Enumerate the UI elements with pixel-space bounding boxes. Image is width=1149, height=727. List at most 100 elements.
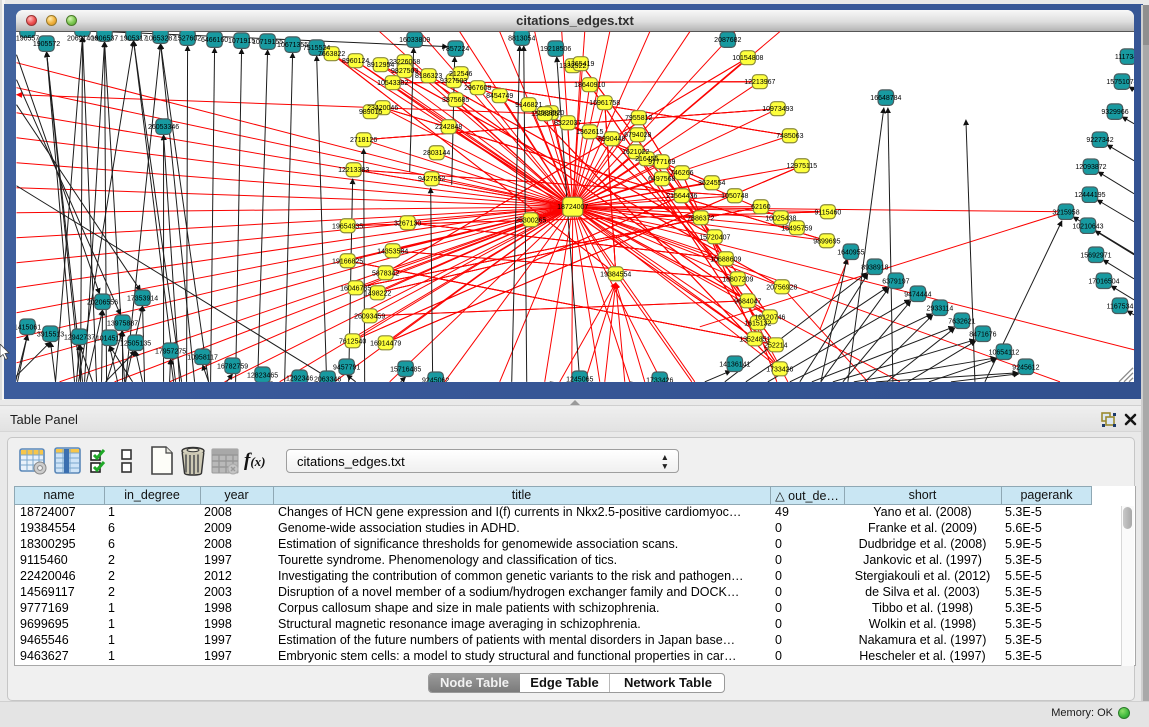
svg-text:26093459: 26093459 [354, 313, 385, 320]
svg-text:12213383: 12213383 [338, 167, 369, 174]
svg-text:14136141: 14136141 [719, 361, 750, 368]
svg-text:7886372: 7886372 [687, 215, 714, 222]
svg-text:26053346: 26053346 [148, 124, 179, 131]
svg-text:8322037: 8322037 [554, 120, 581, 127]
svg-text:8454749: 8454749 [486, 93, 513, 100]
svg-text:1498222: 1498222 [364, 290, 391, 297]
svg-text:17353914: 17353914 [127, 295, 158, 302]
svg-text:8960124: 8960124 [342, 58, 369, 65]
svg-text:1733426: 1733426 [766, 366, 793, 373]
svg-text:10654112: 10654112 [989, 349, 1020, 356]
svg-text:23226058: 23226058 [389, 59, 420, 66]
svg-text:19654935: 19654935 [332, 223, 363, 230]
svg-text:746266: 746266 [670, 170, 693, 177]
svg-text:10958117: 10958117 [187, 354, 218, 361]
svg-text:10688609: 10688609 [710, 256, 741, 263]
svg-text:1365419: 1365419 [567, 61, 594, 68]
svg-text:1733426: 1733426 [646, 377, 673, 382]
svg-text:7857224: 7857224 [442, 46, 469, 53]
svg-text:9115460: 9115460 [814, 209, 841, 216]
svg-text:15692971: 15692971 [1080, 252, 1111, 259]
svg-text:1050748: 1050748 [721, 193, 748, 200]
svg-text:1905317: 1905317 [120, 36, 147, 43]
svg-text:7612540: 7612540 [339, 338, 366, 345]
svg-text:9227342: 9227342 [1086, 137, 1113, 144]
svg-text:252214: 252214 [764, 342, 787, 349]
svg-text:9899695: 9899695 [813, 238, 840, 245]
svg-text:8990448: 8990448 [598, 136, 625, 143]
svg-text:7955812: 7955812 [625, 115, 652, 122]
svg-text:6466160: 6466160 [201, 37, 228, 44]
svg-text:10543382: 10543382 [377, 80, 408, 87]
svg-text:6497568: 6497568 [648, 176, 675, 183]
svg-text:9684047: 9684047 [734, 298, 761, 305]
svg-text:2718126: 2718126 [350, 137, 377, 144]
svg-text:10973493: 10973493 [762, 106, 793, 113]
svg-text:1906537: 1906537 [91, 36, 118, 43]
svg-text:9327503: 9327503 [440, 78, 467, 85]
svg-text:1167534: 1167534 [1107, 303, 1134, 310]
svg-text:12505135: 12505135 [120, 340, 151, 347]
svg-text:1292346: 1292346 [286, 375, 313, 382]
svg-text:9457791: 9457791 [333, 364, 360, 371]
svg-text:12213967: 12213967 [744, 79, 775, 86]
svg-text:2933114: 2933114 [927, 305, 954, 312]
svg-text:2242848: 2242848 [435, 124, 462, 131]
svg-text:18807209: 18807209 [722, 276, 753, 283]
svg-text:21564436: 21564436 [666, 193, 697, 200]
svg-text:12975115: 12975115 [787, 163, 818, 170]
svg-text:62160: 62160 [751, 204, 771, 211]
svg-text:1415061: 1415061 [16, 324, 41, 331]
svg-text:1245065: 1245065 [566, 376, 593, 382]
svg-text:2967608: 2967608 [464, 85, 491, 92]
svg-text:1527602: 1527602 [174, 36, 201, 43]
svg-text:6794028: 6794028 [624, 132, 651, 139]
svg-text:1621022: 1621022 [622, 149, 649, 156]
svg-text:16914479: 16914479 [370, 340, 401, 347]
svg-text:9427552: 9427552 [418, 176, 445, 183]
svg-text:12823465: 12823465 [247, 372, 278, 379]
svg-text:25300265: 25300265 [515, 217, 546, 224]
svg-text:20206556: 20206556 [87, 299, 118, 306]
svg-text:1536205: 1536205 [531, 111, 558, 118]
svg-text:212546: 212546 [449, 71, 472, 78]
svg-text:9474444: 9474444 [904, 291, 931, 298]
svg-text:7632621: 7632621 [948, 318, 975, 325]
svg-text:3267130: 3267130 [394, 220, 421, 227]
svg-text:9329966: 9329966 [1101, 109, 1128, 116]
svg-text:16782759: 16782759 [217, 363, 248, 370]
svg-text:10025438: 10025438 [765, 215, 796, 222]
svg-text:8938918: 8938918 [861, 264, 888, 271]
svg-text:989015: 989015 [359, 109, 382, 116]
svg-text:3875685: 3875685 [442, 97, 469, 104]
svg-text:3624554: 3624554 [698, 180, 725, 187]
svg-text:18724007: 18724007 [557, 204, 588, 211]
svg-text:8186323: 8186323 [415, 73, 442, 80]
svg-text:14353584: 14353584 [377, 248, 408, 255]
svg-text:3915513: 3915513 [37, 331, 64, 338]
svg-text:15495759: 15495759 [781, 225, 812, 232]
svg-text:1615132: 1615132 [744, 320, 771, 327]
svg-text:7663822: 7663822 [318, 51, 345, 58]
svg-text:20756928: 20756928 [766, 284, 797, 291]
svg-text:15720407: 15720407 [699, 234, 730, 241]
svg-text:9146821: 9146821 [515, 102, 542, 109]
svg-text:5878342: 5878342 [372, 270, 399, 277]
svg-text:9777169: 9777169 [648, 159, 675, 166]
svg-text:2063346: 2063346 [314, 376, 341, 382]
svg-text:8813054: 8813054 [508, 36, 535, 43]
svg-text:19384554: 19384554 [600, 271, 631, 278]
svg-text:2803144: 2803144 [423, 150, 450, 157]
svg-text:9245612: 9245612 [1012, 364, 1039, 371]
svg-text:16033809: 16033809 [399, 37, 430, 44]
svg-text:19166825: 19166825 [332, 258, 363, 265]
svg-text:3215958: 3215958 [1052, 209, 1079, 216]
svg-text:1905572: 1905572 [33, 41, 60, 48]
svg-text:1117345: 1117345 [1115, 54, 1134, 61]
svg-text:17957275: 17957275 [155, 348, 186, 355]
svg-text:10653287: 10653287 [145, 36, 176, 43]
svg-text:2087682: 2087682 [714, 37, 741, 44]
svg-text:8471676: 8471676 [969, 331, 996, 338]
svg-text:10154808: 10154808 [732, 55, 763, 62]
svg-text:6379197: 6379197 [882, 278, 909, 285]
